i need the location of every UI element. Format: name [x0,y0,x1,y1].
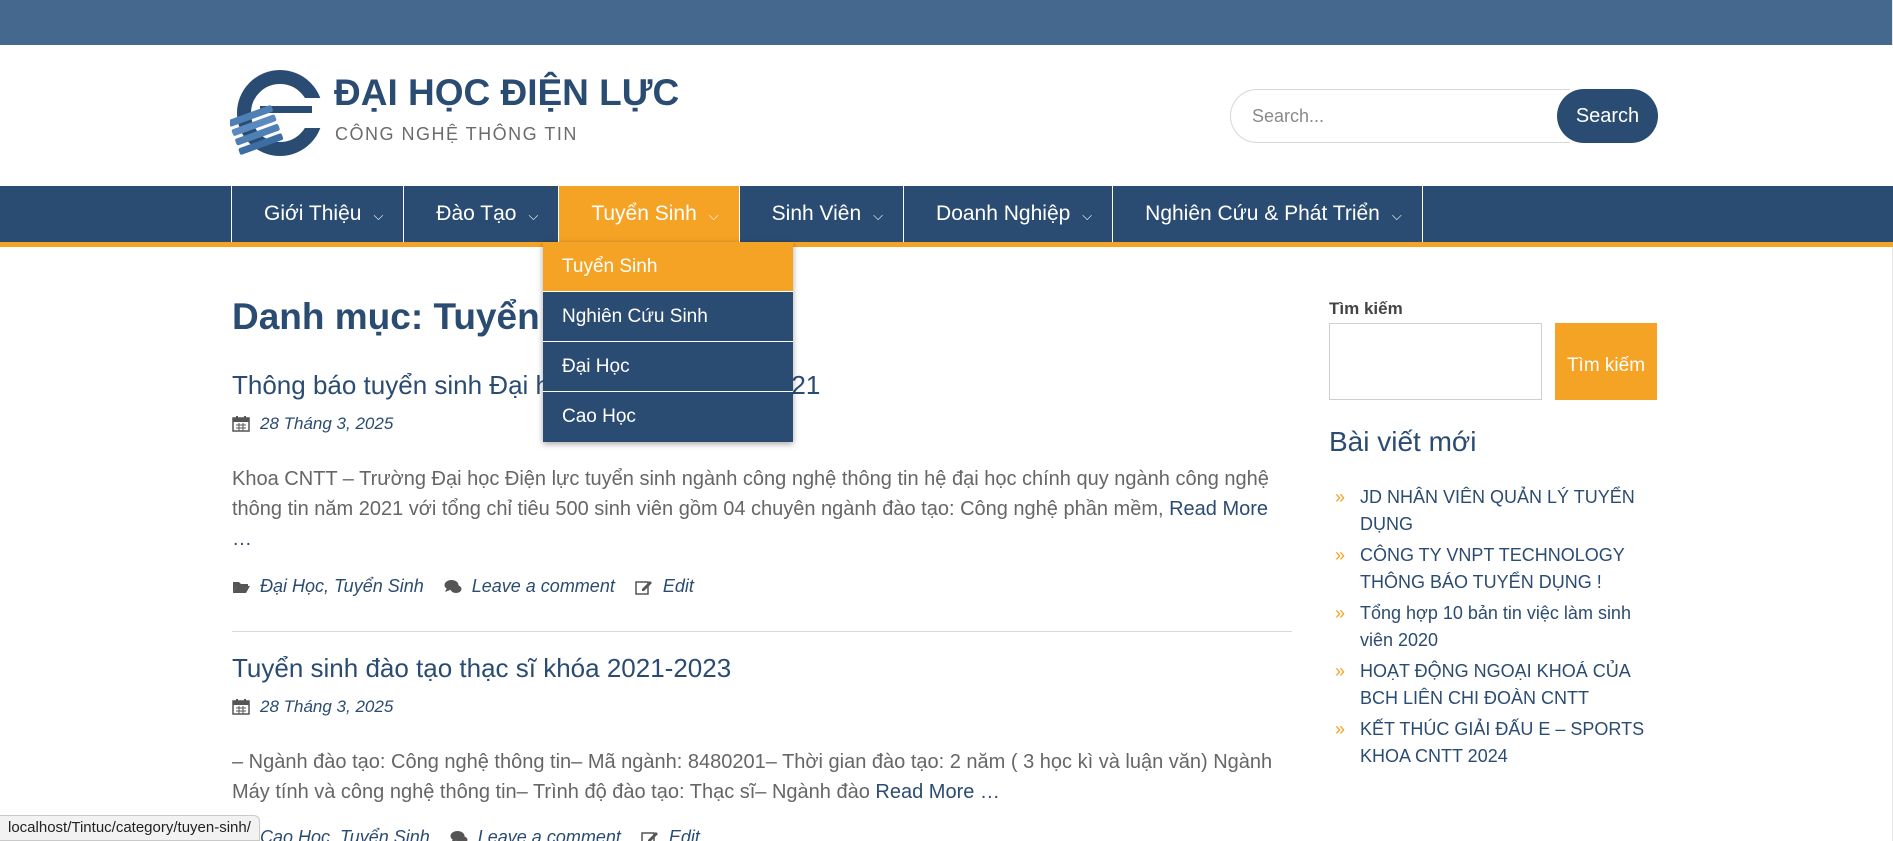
dropdown-item-nghien-cuu-sinh[interactable]: Nghiên Cứu Sinh [543,292,793,342]
double-chevron-right-icon: » [1335,603,1346,623]
dropdown-item-dai-hoc[interactable]: Đại Học [543,342,793,392]
edit-link[interactable]: Edit [669,827,700,841]
double-chevron-right-icon: » [1335,487,1346,507]
sidebar-search-button[interactable]: Tìm kiếm [1555,323,1657,400]
sidebar-search-label: Tìm kiếm [1329,299,1403,318]
nav-item-label: Doanh Nghiệp [936,202,1071,225]
post-excerpt: Khoa CNTT – Trường Đại học Điện lực tuyể… [232,464,1292,554]
nav-item-sinh-vien[interactable]: Sinh Viên ⌵ [740,186,905,242]
site-header: ĐẠI HỌC ĐIỆN LỰC CÔNG NGHỆ THÔNG TIN Sea… [0,45,1893,186]
dropdown-item-tuyen-sinh[interactable]: Tuyển Sinh [543,242,793,292]
main-nav: Giới Thiệu ⌵ Đào Tạo ⌵ Tuyển Sinh ⌵ Sinh… [0,186,1893,242]
post-excerpt: – Ngành đào tạo: Công nghệ thông tin– Mã… [232,747,1292,807]
recent-post-link[interactable]: Tổng hợp 10 bản tin việc làm sinh viên 2… [1360,600,1665,654]
chevron-down-icon: ⌵ [873,208,884,223]
double-chevron-right-icon: » [1335,719,1346,739]
list-item[interactable]: » JD NHÂN VIÊN QUẢN LÝ TUYỂN DỤNG [1335,484,1665,538]
leave-comment-link[interactable]: Leave a comment [478,827,621,841]
chevron-down-icon: ⌵ [373,208,384,223]
top-bar [0,0,1893,45]
recent-post-link[interactable]: CÔNG TY VNPT TECHNOLOGY THÔNG BÁO TUYỂN … [1360,542,1665,596]
chevron-down-icon: ⌵ [708,208,719,223]
calendar-icon [232,416,250,432]
chevron-down-icon: ⌵ [1391,208,1402,223]
nav-item-gioi-thieu[interactable]: Giới Thiệu ⌵ [232,186,405,242]
nav-item-label: Nghiên Cứu & Phát Triển [1145,202,1380,225]
search-input[interactable] [1230,89,1570,143]
edit-icon [641,831,658,841]
site-tagline: CÔNG NGHỆ THÔNG TIN [335,124,578,144]
calendar-icon [232,699,250,715]
comments-icon [444,579,462,593]
post-date-text: 28 Tháng 3, 2025 [260,697,394,716]
list-item[interactable]: » KẾT THÚC GIẢI ĐẤU E – SPORTS KHOA CNTT … [1335,716,1665,770]
nav-item-label: Tuyển Sinh [591,202,697,225]
list-item[interactable]: » HOẠT ĐỘNG NGOẠI KHOÁ CỦA BCH LIÊN CHI Đ… [1335,658,1665,712]
post-categories[interactable]: Cao Học, Tuyển Sinh [260,827,430,841]
post-date-text: 28 Tháng 3, 2025 [260,414,394,433]
tuyen-sinh-dropdown: Tuyển Sinh Nghiên Cứu Sinh Đại Học Cao H… [543,242,793,442]
post-date[interactable]: 28 Tháng 3, 2025 [232,697,393,717]
sidebar-search-input[interactable] [1329,323,1542,400]
recent-posts-heading: Bài viết mới [1329,426,1477,457]
post-meta: Cao Học, Tuyển Sinh Leave a comment Edit [232,827,700,841]
recent-post-link[interactable]: KẾT THÚC GIẢI ĐẤU E – SPORTS KHOA CNTT 2… [1360,716,1665,770]
search-button[interactable]: Search [1557,89,1658,143]
post-categories[interactable]: Đại Học, Tuyển Sinh [260,576,424,597]
university-logo[interactable] [230,70,322,156]
folder-open-icon [233,581,250,593]
nav-item-label: Giới Thiệu [264,202,362,225]
chevron-down-icon: ⌵ [1082,208,1093,223]
post-meta: Đại Học, Tuyển Sinh Leave a comment Edit [232,576,694,597]
nav-item-nghien-cuu[interactable]: Nghiên Cứu & Phát Triển ⌵ [1113,186,1423,242]
nav-item-tuyen-sinh[interactable]: Tuyển Sinh ⌵ [559,186,740,242]
header-search: Search [1230,89,1658,143]
nav-accent-line [0,242,1893,247]
double-chevron-right-icon: » [1335,661,1346,681]
post-title[interactable]: Tuyển sinh đào tạo thạc sĩ khóa 2021-202… [232,653,731,684]
edit-icon [635,580,652,595]
read-more-link[interactable]: Read More … [875,781,1000,803]
nav-item-label: Sinh Viên [771,202,862,225]
post-excerpt-text: Khoa CNTT – Trường Đại học Điện lực tuyể… [232,468,1269,520]
post-excerpt-text: – Ngành đào tạo: Công nghệ thông tin– Mã… [232,751,1273,803]
list-item[interactable]: » Tổng hợp 10 bản tin việc làm sinh viên … [1335,600,1665,654]
recent-post-link[interactable]: JD NHÂN VIÊN QUẢN LÝ TUYỂN DỤNG [1360,484,1665,538]
comments-icon [450,830,468,841]
double-chevron-right-icon: » [1335,545,1346,565]
nav-item-dao-tao[interactable]: Đào Tạo ⌵ [404,186,560,242]
post-date[interactable]: 28 Tháng 3, 2025 [232,414,393,434]
recent-post-link[interactable]: HOẠT ĐỘNG NGOẠI KHOÁ CỦA BCH LIÊN CHI ĐO… [1360,658,1665,712]
leave-comment-link[interactable]: Leave a comment [472,576,615,597]
post-divider [232,631,1292,632]
chevron-down-icon: ⌵ [528,208,539,223]
recent-posts-list: » JD NHÂN VIÊN QUẢN LÝ TUYỂN DỤNG » CÔNG T… [1335,484,1665,774]
edit-link[interactable]: Edit [663,576,694,597]
nav-item-label: Đào Tạo [436,202,517,225]
site-title[interactable]: ĐẠI HỌC ĐIỆN LỰC [334,72,679,114]
nav-item-doanh-nghiep[interactable]: Doanh Nghiệp ⌵ [904,186,1114,242]
dropdown-item-cao-hoc[interactable]: Cao Học [543,392,793,442]
browser-status-bar: localhost/Tintuc/category/tuyen-sinh/ [0,815,260,841]
list-item[interactable]: » CÔNG TY VNPT TECHNOLOGY THÔNG BÁO TUYỂN… [1335,542,1665,596]
